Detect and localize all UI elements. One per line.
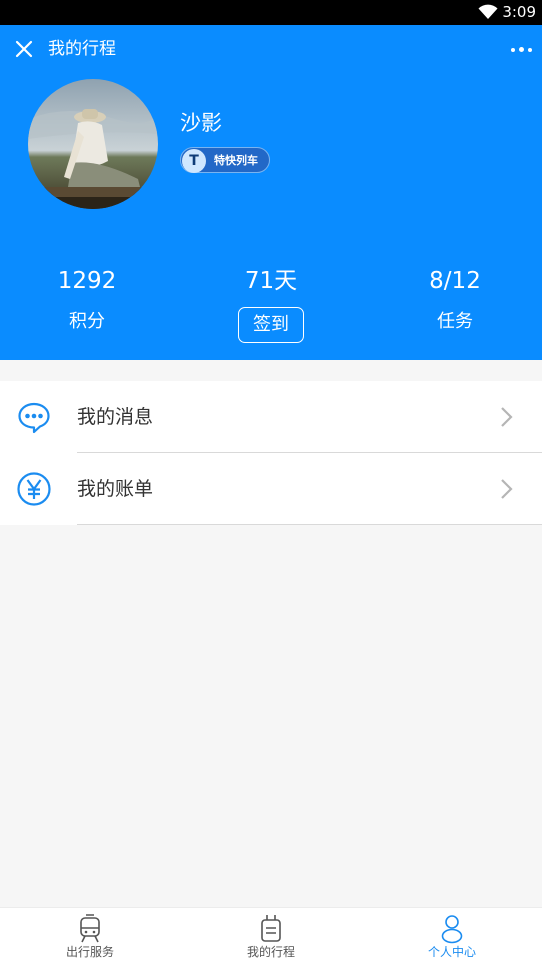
tasks-label: 任务 [437, 311, 473, 332]
menu-item-messages[interactable]: 我的消息 [0, 381, 542, 453]
points-label: 积分 [69, 311, 105, 332]
checkin-button[interactable]: 签到 [238, 307, 304, 343]
membership-badge: T 特快列车 [180, 147, 270, 173]
checkin-stat: 71天 签到 [181, 265, 361, 343]
more-options-icon[interactable] [510, 37, 534, 61]
divider [77, 524, 542, 525]
wifi-icon [478, 4, 498, 19]
tab-label: 我的行程 [246, 945, 295, 959]
menu-list: 我的消息 我的账单 [0, 381, 542, 525]
menu-item-label: 我的消息 [77, 406, 154, 428]
tab-label: 个人中心 [427, 945, 476, 959]
close-icon[interactable] [12, 37, 36, 61]
page-title: 我的行程 [48, 39, 116, 59]
points-stat[interactable]: 1292 积分 [0, 265, 177, 335]
chevron-right-icon [501, 407, 513, 427]
avatar[interactable] [28, 79, 158, 209]
luggage-icon [261, 915, 281, 942]
profile-header: 我的行程 沙影 T 特快列车 1292 积分 71天 签到 8/12 任务 [0, 25, 542, 360]
status-time: 3:09 [502, 3, 536, 21]
badge-text: 特快列车 [214, 154, 258, 167]
points-value: 1292 [57, 268, 117, 294]
menu-item-label: 我的账单 [77, 478, 154, 500]
username: 沙影 [180, 111, 222, 135]
person-icon [441, 915, 463, 944]
menu-item-bills[interactable]: 我的账单 [0, 453, 542, 525]
tab-my-trips[interactable]: 我的行程 [181, 908, 361, 964]
tab-personal-center[interactable]: 个人中心 [362, 908, 542, 964]
message-icon [18, 402, 50, 434]
train-icon [80, 914, 100, 943]
tab-travel-service[interactable]: 出行服务 [0, 908, 180, 964]
status-bar: 3:09 [0, 0, 542, 25]
bottom-tab-bar: 出行服务 我的行程 个人中心 [0, 907, 542, 964]
chevron-right-icon [501, 479, 513, 499]
yen-icon [17, 472, 51, 506]
checkin-days: 71天 [244, 268, 298, 294]
tasks-value: 8/12 [429, 268, 481, 294]
tab-label: 出行服务 [65, 945, 114, 959]
tasks-stat[interactable]: 8/12 任务 [365, 265, 542, 335]
badge-letter: T [182, 149, 206, 173]
